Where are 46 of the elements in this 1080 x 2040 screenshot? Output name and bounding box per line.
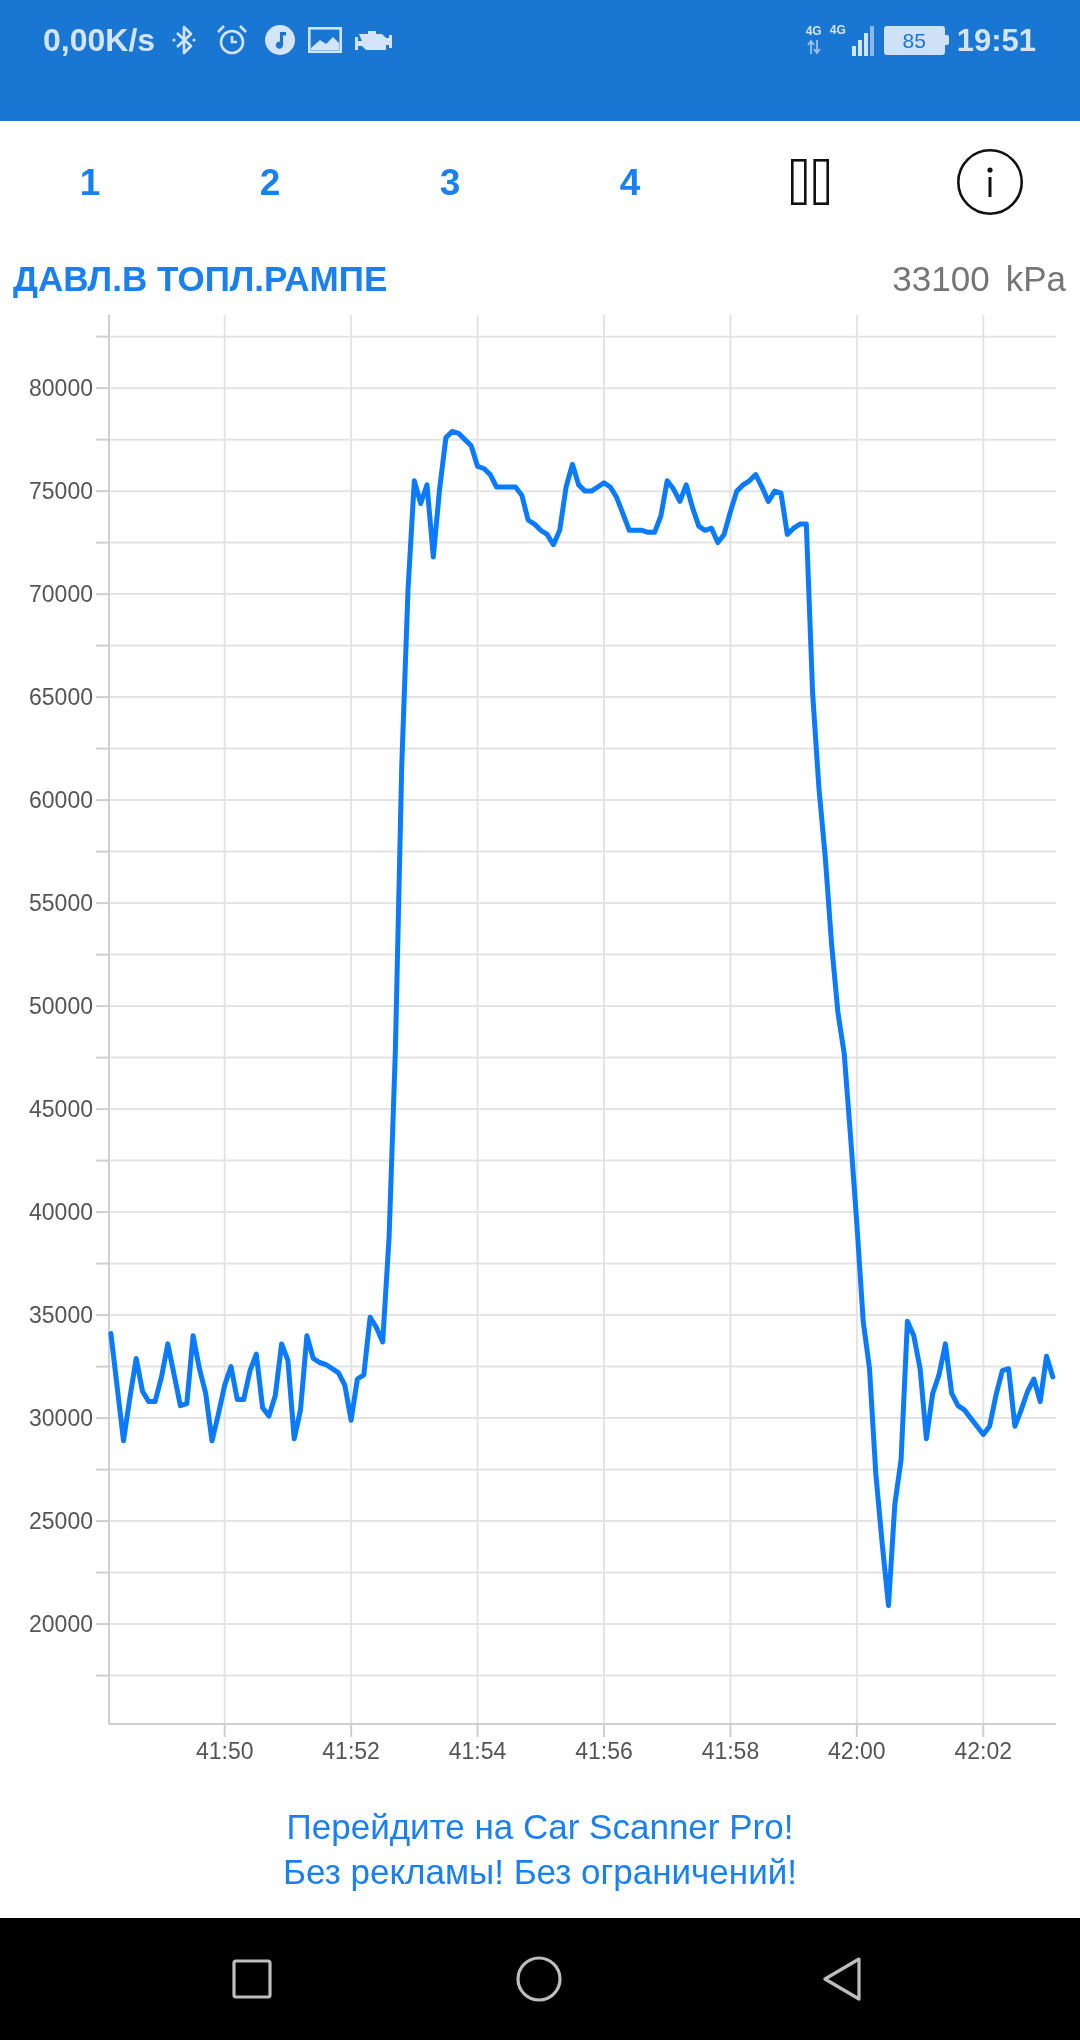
x-tick-label: 41:58	[701, 1738, 760, 1764]
x-tick-label: 41:52	[322, 1738, 380, 1764]
network-type-label: 4G	[829, 24, 846, 36]
y-tick-label: 70000	[29, 581, 93, 608]
x-tick-label: 42:00	[828, 1738, 886, 1764]
y-tick-label: 60000	[29, 787, 93, 814]
network-type-label: 4G	[805, 25, 822, 37]
x-tick-label: 42:02	[954, 1738, 1013, 1764]
y-tick-label: 30000	[29, 1405, 93, 1432]
y-tick-label: 35000	[29, 1302, 93, 1329]
network-speed: 0,00K/s	[43, 24, 156, 56]
y-tick-label: 75000	[29, 478, 93, 505]
x-tick-label: 41:56	[575, 1738, 633, 1764]
y-tick-label: 40000	[29, 1199, 93, 1226]
data-arrows-icon	[806, 39, 821, 55]
promo-text: Без рекламы! Без ограничений!	[283, 1851, 797, 1893]
circle-icon	[516, 1956, 562, 2002]
y-tick-label: 20000	[29, 1611, 93, 1638]
bluetooth-icon	[172, 25, 197, 55]
battery-indicator: 85	[883, 25, 949, 55]
info-icon	[957, 149, 1023, 215]
image-icon	[308, 27, 343, 53]
square-icon	[232, 1959, 272, 1999]
music-note-icon	[265, 25, 296, 55]
y-tick-label: 65000	[29, 684, 93, 711]
y-tick-label: 80000	[29, 375, 93, 402]
x-tick-label: 41:54	[448, 1738, 507, 1764]
engine-icon	[352, 28, 393, 52]
signal-bars-icon	[851, 26, 874, 56]
unit-label: kPa	[1005, 260, 1066, 296]
x-tick-label: 41:50	[195, 1738, 254, 1764]
clock-time: 19:51	[956, 24, 1036, 56]
page-tab[interactable]: 3	[427, 159, 473, 205]
sensor-title: ДАВЛ.В ТОПЛ.РАМПЕ	[13, 260, 388, 296]
y-tick-label: 45000	[29, 1096, 93, 1123]
alarm-clock-icon	[216, 24, 249, 56]
page-tab[interactable]: 1	[67, 159, 113, 205]
promo-text: Перейдите на Car Scanner Pro!	[286, 1806, 794, 1848]
page-tab[interactable]: 4	[607, 159, 653, 205]
page-tab[interactable]: 2	[247, 159, 293, 205]
y-tick-label: 55000	[29, 890, 93, 917]
triangle-icon	[823, 1957, 861, 2001]
sensor-value: 33100	[892, 260, 990, 296]
y-tick-label: 25000	[29, 1508, 93, 1535]
y-tick-label: 50000	[29, 993, 93, 1020]
pause-icon	[791, 159, 829, 205]
